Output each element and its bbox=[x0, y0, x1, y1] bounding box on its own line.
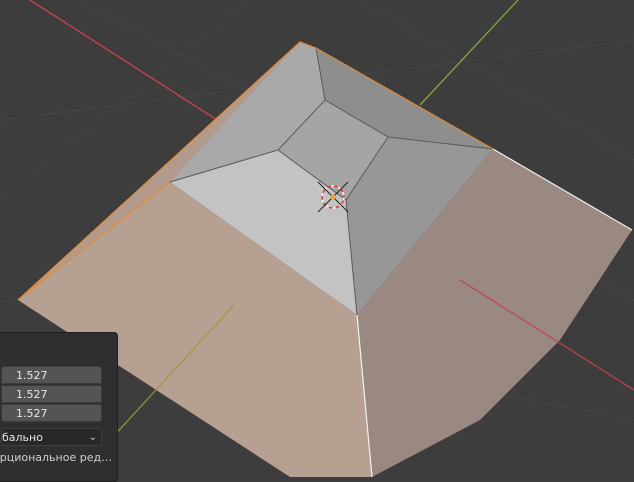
orientation-select[interactable]: бально ⌄ bbox=[1, 428, 102, 446]
y-axis-line bbox=[419, 0, 519, 106]
operator-panel: 1.527 1.527 1.527 бально ⌄ орциональное … bbox=[0, 332, 118, 482]
orientation-value: бально bbox=[2, 431, 43, 444]
scale-y-field[interactable]: 1.527 bbox=[1, 385, 102, 403]
scale-x-field[interactable]: 1.527 bbox=[1, 366, 102, 384]
proportional-editing-toggle[interactable]: орциональное ред… bbox=[0, 451, 112, 464]
3d-cursor-icon[interactable] bbox=[317, 181, 349, 213]
chevron-down-icon: ⌄ bbox=[88, 432, 97, 443]
scale-z-field[interactable]: 1.527 bbox=[1, 404, 102, 422]
